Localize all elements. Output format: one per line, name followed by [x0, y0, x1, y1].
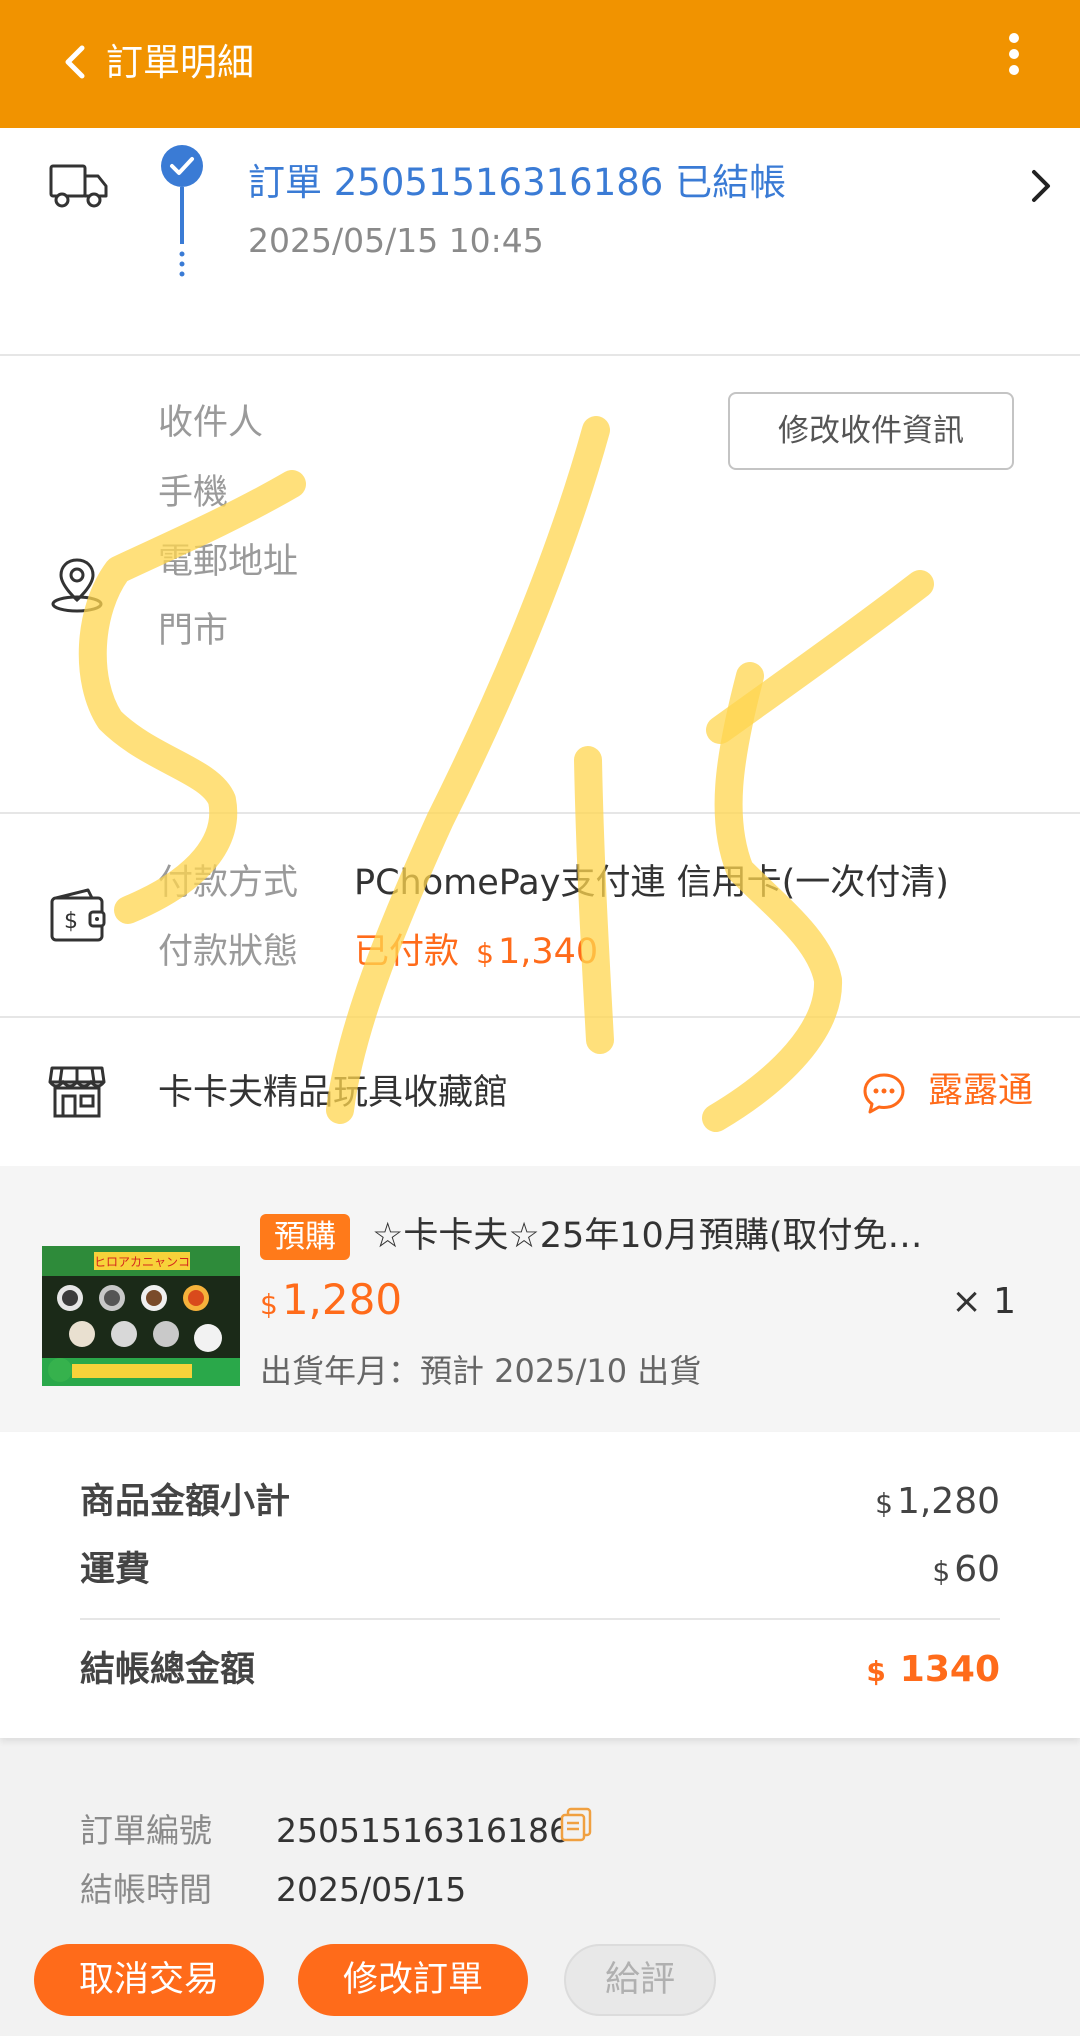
total-amount: 1340 — [899, 1649, 1000, 1690]
total-value: $1340 — [866, 1646, 1000, 1696]
payment-status-value: 已付款 $1,340 — [354, 928, 598, 978]
payment-status-label: 付款狀態 — [158, 932, 299, 972]
subtotal-amount: 1,280 — [896, 1481, 1000, 1522]
modify-order-button[interactable]: 修改訂單 — [298, 1944, 528, 2016]
rate-button[interactable]: 給評 — [564, 1944, 716, 2016]
product-name[interactable]: ☆卡卡夫☆25年10月預購(取付免… — [372, 1212, 962, 1260]
checkout-time-value: 2025/05/15 — [276, 1870, 467, 1909]
totals-divider — [80, 1618, 1000, 1620]
product-price-value: 1,280 — [281, 1275, 403, 1324]
product-thumbnail[interactable]: ヒロアカニャンコ — [42, 1246, 240, 1386]
order-number-label: 訂單編號 — [80, 1811, 212, 1850]
product-ship-date: 出貨年月：預計 2025/10 出貨 — [260, 1352, 702, 1390]
app-header: 訂單明細 — [0, 0, 1080, 128]
receiver-store-label: 門市 — [158, 611, 229, 651]
preorder-badge: 預購 — [260, 1214, 350, 1260]
edit-receiver-button[interactable]: 修改收件資訊 — [728, 392, 1014, 470]
chat-button[interactable]: 露露通 — [928, 1067, 1033, 1115]
payment-status-text: 已付款 — [354, 932, 460, 972]
product-quantity: × 1 — [951, 1281, 1016, 1322]
copy-icon[interactable] — [558, 1806, 594, 1842]
page-title: 訂單明細 — [106, 41, 254, 84]
cancel-transaction-button[interactable]: 取消交易 — [34, 1944, 264, 2016]
more-vertical-icon[interactable] — [1002, 32, 1026, 76]
shop-icon — [48, 1066, 106, 1118]
product-currency: $ — [260, 1288, 278, 1321]
order-status-title[interactable]: 訂單 25051516316186 已結帳 — [248, 158, 786, 208]
shipping-label: 運費 — [80, 1550, 151, 1590]
location-pin-icon — [51, 558, 103, 613]
product-price: $1,280 — [260, 1272, 402, 1333]
product-item[interactable]: ヒロアカニャンコ 預購 ☆卡卡夫☆25年10月預購(取付免… $1,280 × … — [0, 1166, 1080, 1432]
total-label: 結帳總金額 — [80, 1650, 256, 1690]
receiver-phone-label: 手機 — [158, 473, 229, 513]
product-image: ヒロアカニャンコ — [42, 1246, 240, 1386]
checkout-time-label: 結帳時間 — [80, 1870, 212, 1909]
payment-amount: 1,340 — [497, 932, 599, 972]
shipping-value: $60 — [932, 1546, 1000, 1596]
status-timeline — [161, 145, 203, 277]
payment-card — [0, 814, 1080, 1016]
order-totals: 商品金額小計 $1,280 運費 $60 結帳總金額 $1340 — [0, 1432, 1080, 1738]
chevron-left-icon[interactable] — [58, 42, 92, 82]
shop-name[interactable]: 卡卡夫精品玩具收藏館 — [158, 1069, 508, 1117]
order-status-time: 2025/05/15 10:45 — [248, 221, 544, 260]
subtotal-value: $1,280 — [875, 1478, 1000, 1528]
subtotal-currency: $ — [875, 1487, 893, 1520]
payment-method-value: PChomePay支付連 信用卡(一次付清) — [354, 863, 949, 903]
truck-icon — [49, 164, 108, 208]
chevron-right-icon[interactable] — [1028, 166, 1054, 206]
product-image-caption: ヒロアカニャンコ — [94, 1255, 190, 1269]
svg-text:$: $ — [64, 909, 78, 934]
payment-currency: $ — [476, 937, 494, 970]
receiver-email-label: 電郵地址 — [158, 542, 299, 582]
payment-method-label: 付款方式 — [158, 863, 299, 903]
shipping-currency: $ — [932, 1555, 951, 1588]
order-number-value: 25051516316186 — [276, 1811, 570, 1850]
wallet-icon: $ — [50, 888, 106, 942]
shipping-amount: 60 — [954, 1549, 1000, 1590]
total-currency: $ — [866, 1655, 886, 1688]
chat-bubble-icon[interactable] — [862, 1071, 906, 1115]
receiver-name-label: 收件人 — [158, 403, 264, 443]
subtotal-label: 商品金額小計 — [80, 1482, 291, 1522]
